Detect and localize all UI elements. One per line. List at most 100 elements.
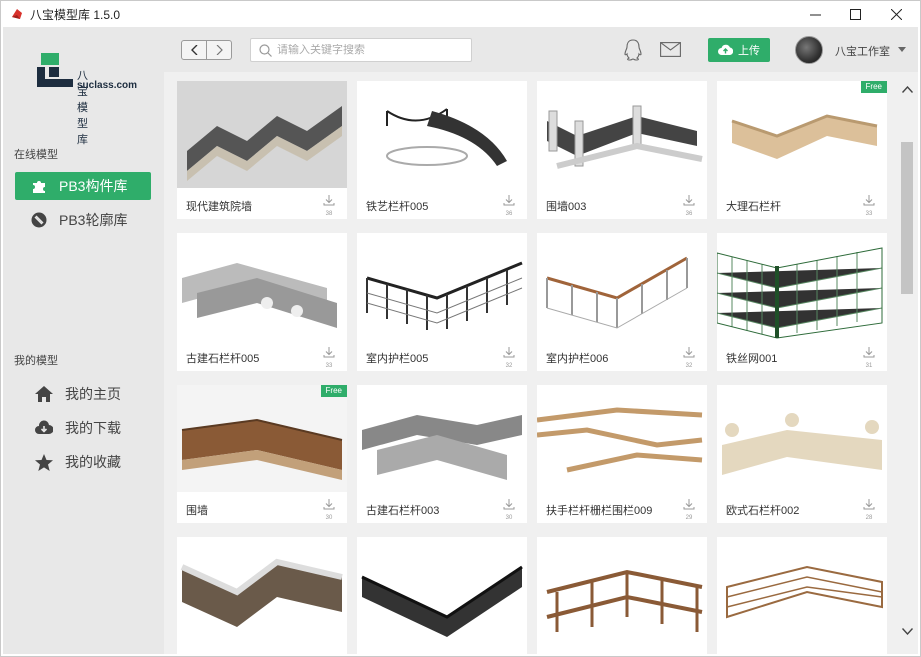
sidebar: 八宝模型库 suclass.com 在线模型 PB3构件库 PB3轮廓库 我的模… xyxy=(3,27,164,654)
forward-button[interactable] xyxy=(207,41,231,59)
download-count: 30 xyxy=(325,515,333,521)
model-card[interactable] xyxy=(537,537,707,654)
model-thumbnail[interactable] xyxy=(357,537,527,644)
model-name[interactable]: 铁丝网001 xyxy=(726,350,777,366)
sidebar-item-pb3-components[interactable]: PB3构件库 xyxy=(15,172,151,200)
model-card[interactable]: Free 大理石栏杆 33 xyxy=(717,81,887,219)
model-thumbnail[interactable] xyxy=(717,81,887,188)
model-name[interactable]: 古建石栏杆003 xyxy=(366,502,439,518)
model-thumbnail[interactable] xyxy=(177,81,347,188)
search-box xyxy=(250,38,472,62)
minimize-button[interactable] xyxy=(795,1,835,28)
model-card[interactable]: 现代建筑院墙 38 xyxy=(177,81,347,219)
model-thumbnail[interactable] xyxy=(537,233,707,340)
download-button[interactable]: 38 xyxy=(321,193,337,217)
minimize-icon xyxy=(809,14,821,16)
download-button[interactable]: 30 xyxy=(501,497,517,521)
online-models-label: 在线模型 xyxy=(14,149,58,161)
model-card[interactable]: Free 围墙 30 xyxy=(177,385,347,523)
download-button[interactable]: 36 xyxy=(501,193,517,217)
model-card[interactable]: 室内护栏006 32 xyxy=(537,233,707,371)
username[interactable]: 八宝工作室 xyxy=(835,43,890,59)
model-card[interactable]: 扶手栏杆栅栏围栏009 29 xyxy=(537,385,707,523)
model-name[interactable]: 欧式石栏杆002 xyxy=(726,502,799,518)
sidebar-item-label: 我的主页 xyxy=(65,386,121,402)
model-thumbnail[interactable] xyxy=(357,81,527,188)
model-card[interactable]: 古建石栏杆003 30 xyxy=(357,385,527,523)
download-count: 31 xyxy=(865,363,873,369)
scroll-thumb[interactable] xyxy=(901,142,913,294)
maximize-button[interactable] xyxy=(835,1,875,28)
model-card[interactable]: 古建石栏杆005 33 xyxy=(177,233,347,371)
logo-text-en: suclass.com xyxy=(77,80,138,91)
qq-icon[interactable] xyxy=(623,39,643,61)
model-thumbnail[interactable] xyxy=(177,233,347,340)
puzzle-icon xyxy=(33,181,45,193)
download-icon xyxy=(323,195,335,206)
download-button[interactable]: 30 xyxy=(321,497,337,521)
model-card[interactable] xyxy=(357,537,527,654)
sidebar-item-my-favorites[interactable]: 我的收藏 xyxy=(35,452,121,472)
avatar[interactable] xyxy=(795,36,823,64)
back-button[interactable] xyxy=(182,41,207,59)
download-count: 32 xyxy=(685,363,693,369)
model-name[interactable]: 铁艺栏杆005 xyxy=(366,198,428,214)
model-card[interactable]: 铁艺栏杆005 36 xyxy=(357,81,527,219)
download-button[interactable]: 33 xyxy=(861,193,877,217)
download-button[interactable]: 32 xyxy=(501,345,517,369)
scrollbar[interactable] xyxy=(897,72,918,654)
model-thumbnail[interactable] xyxy=(177,537,347,644)
logo-mark-icon xyxy=(37,53,73,87)
download-button[interactable]: 28 xyxy=(861,497,877,521)
model-card[interactable] xyxy=(717,537,887,654)
download-button[interactable]: 36 xyxy=(681,193,697,217)
mail-icon[interactable] xyxy=(660,42,681,57)
slash-circle-icon xyxy=(31,212,47,228)
model-thumbnail[interactable] xyxy=(357,233,527,340)
scroll-down-icon[interactable] xyxy=(902,628,913,635)
download-button[interactable]: 32 xyxy=(681,345,697,369)
model-thumbnail[interactable] xyxy=(177,385,347,492)
chevron-right-icon xyxy=(216,45,223,55)
scroll-up-icon[interactable] xyxy=(902,86,913,93)
sidebar-item-my-home[interactable]: 我的主页 xyxy=(35,384,121,404)
model-card[interactable] xyxy=(177,537,347,654)
model-card[interactable]: 铁丝网001 31 xyxy=(717,233,887,371)
model-name[interactable]: 室内护栏006 xyxy=(546,350,608,366)
search-input[interactable] xyxy=(277,44,457,56)
free-badge: Free xyxy=(860,81,887,93)
model-card[interactable]: 室内护栏005 32 xyxy=(357,233,527,371)
model-name[interactable]: 围墙003 xyxy=(546,198,586,214)
model-name[interactable]: 现代建筑院墙 xyxy=(186,198,252,214)
sidebar-item-label: 我的下载 xyxy=(65,420,121,436)
model-name[interactable]: 室内护栏005 xyxy=(366,350,428,366)
download-button[interactable]: 33 xyxy=(321,345,337,369)
model-thumbnail[interactable] xyxy=(717,385,887,492)
upload-label: 上传 xyxy=(738,45,760,57)
header-bar: 上传 八宝工作室 xyxy=(164,27,918,72)
model-card[interactable]: 围墙003 36 xyxy=(537,81,707,219)
history-nav xyxy=(181,40,232,60)
download-button[interactable]: 29 xyxy=(681,497,697,521)
model-name[interactable]: 围墙 xyxy=(186,502,208,518)
download-icon xyxy=(863,499,875,510)
model-thumbnail[interactable] xyxy=(537,81,707,188)
upload-button[interactable]: 上传 xyxy=(708,38,770,62)
caret-down-icon[interactable] xyxy=(898,47,906,52)
model-name[interactable]: 古建石栏杆005 xyxy=(186,350,259,366)
model-name[interactable]: 扶手栏杆栅栏围栏009 xyxy=(546,502,652,518)
download-icon xyxy=(683,195,695,206)
model-thumbnail[interactable] xyxy=(537,385,707,492)
download-button[interactable]: 31 xyxy=(861,345,877,369)
sidebar-item-my-downloads[interactable]: 我的下载 xyxy=(35,418,121,438)
model-card[interactable]: 欧式石栏杆002 28 xyxy=(717,385,887,523)
download-count: 30 xyxy=(505,515,513,521)
model-thumbnail[interactable] xyxy=(537,537,707,644)
model-thumbnail[interactable] xyxy=(357,385,527,492)
model-thumbnail[interactable] xyxy=(717,233,887,340)
model-name[interactable]: 大理石栏杆 xyxy=(726,198,781,214)
close-button[interactable] xyxy=(876,1,916,28)
sidebar-item-pb3-profiles[interactable]: PB3轮廓库 xyxy=(15,206,151,234)
download-icon xyxy=(503,195,515,206)
model-thumbnail[interactable] xyxy=(717,537,887,644)
